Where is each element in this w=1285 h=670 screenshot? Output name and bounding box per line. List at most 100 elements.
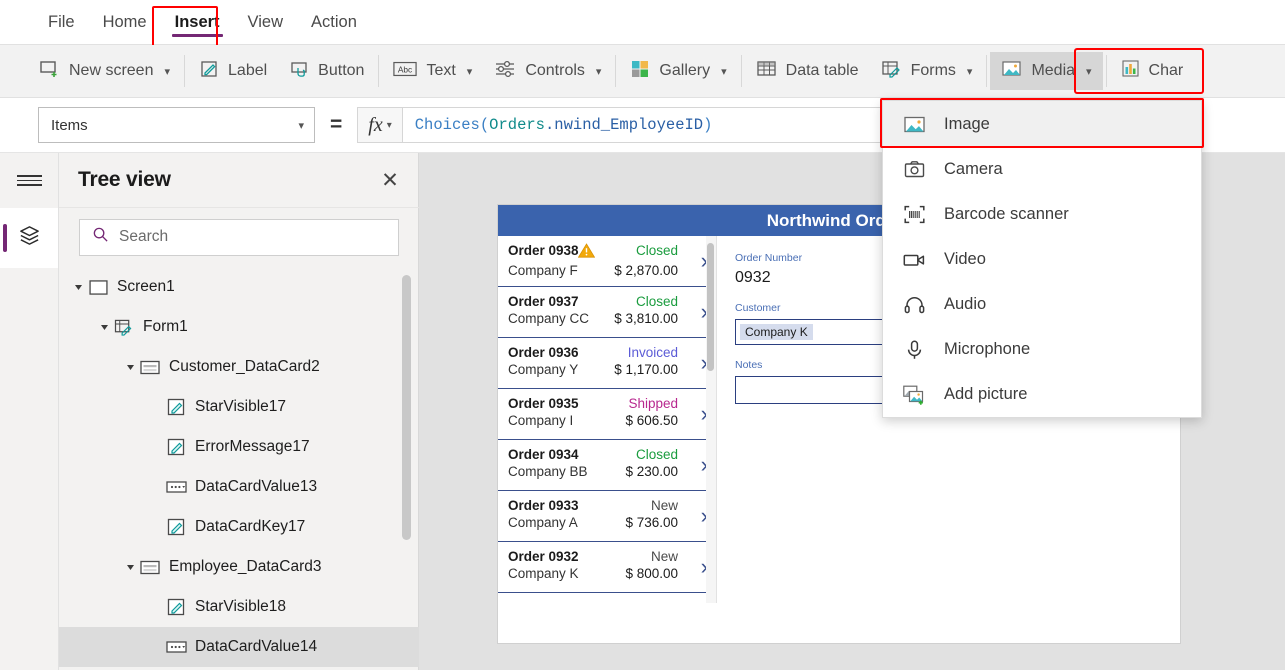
gallery-scrollbar-thumb[interactable] [707,243,714,371]
ribbon-button-button[interactable]: Button [278,52,375,90]
ribbon-forms-button[interactable]: Forms ▾ [870,52,984,90]
tab-home[interactable]: Home [89,0,161,44]
insert-ribbon: New screen ▾ Label Button Abc Text ▾ Con… [0,45,1285,98]
microphone-icon [903,339,925,361]
gallery-status: Invoiced [627,345,678,360]
gallery-company: Company K [508,566,579,581]
svg-text:Abc: Abc [398,64,412,74]
gallery-icon [630,59,650,84]
ribbon-gallery-label: Gallery [659,62,711,79]
ribbon-divider [378,55,380,87]
data-table-icon [756,59,777,83]
media-menu-item-camera[interactable]: Camera [883,147,1201,192]
media-menu-item-label: Image [944,114,990,133]
tree-node-errormessage17[interactable]: ErrorMessage17 [59,427,419,467]
tree-node-customer_datacard2[interactable]: Customer_DataCard2 [59,347,419,387]
gallery-row[interactable]: Order 0932 New Company K $ 800.00 › [498,542,716,593]
tab-insert-label: Insert [174,12,220,31]
ribbon-controls-button[interactable]: Controls ▾ [483,52,612,90]
image-icon [903,113,925,135]
tree-node-label: DataCardValue13 [195,478,318,495]
caret-expanded-icon[interactable] [123,563,137,572]
formula-token-function: Choices [414,116,480,134]
orders-gallery[interactable]: Order 0938 Closed Company F $ 2,870.00 › Orde… [498,236,716,603]
chevron-down-icon: ▾ [595,65,602,78]
gallery-row[interactable]: Order 0935 Shipped Company I $ 606.50 › [498,389,716,440]
gallery-amount: $ 2,870.00 [614,263,678,278]
media-menu-item-microphone[interactable]: Microphone [883,327,1201,372]
formula-token-field: .nwind_EmployeeID [544,116,704,134]
tree-node-screen1[interactable]: Screen1 [59,267,419,307]
caret-expanded-icon[interactable] [123,363,137,372]
tree-node-starvisible17[interactable]: StarVisible17 [59,387,419,427]
ribbon-divider [615,55,617,87]
tab-file[interactable]: File [34,0,89,44]
property-select[interactable]: Items ▾ [38,107,315,143]
gallery-order-text: Order 0936 [508,345,579,360]
ribbon-new-screen-button[interactable]: New screen ▾ [28,52,181,90]
fx-toggle-button[interactable]: fx ▾ [357,107,402,143]
tree-node-label: ErrorMessage17 [195,438,310,455]
tree-view-panel: Tree view ✕ Search Screen1 Form1 Customer_… [59,153,419,670]
ribbon-media-button[interactable]: Media ▾ [990,52,1103,90]
search-input[interactable]: Search [79,218,399,256]
gallery-amount: $ 606.50 [625,413,678,428]
text-abc-icon: Abc [393,60,418,83]
ribbon-data-table-button[interactable]: Data table [745,52,870,90]
ribbon-label-button[interactable]: Label [188,52,278,90]
rail-active-indicator [3,224,7,252]
tree-scrollbar-thumb[interactable] [402,275,411,540]
rail-tree-view-button[interactable] [0,208,58,268]
gallery-row[interactable]: Order 0934 Closed Company BB $ 230.00 › [498,440,716,491]
media-icon [1001,59,1022,83]
menu-tab-bar: File Home Insert View Action [0,0,1285,45]
gallery-row[interactable]: Order 0937 Closed Company CC $ 3,810.00 › [498,287,716,338]
tree-node-list[interactable]: Screen1 Form1 Customer_DataCard2 StarVisibl… [59,267,419,670]
ribbon-divider [184,55,186,87]
gallery-row[interactable]: Order 0936 Invoiced Company Y $ 1,170.00 › [498,338,716,389]
order-number-value: 0932 [735,269,771,286]
hamburger-menu-button[interactable] [0,153,58,208]
caret-expanded-icon[interactable] [71,283,85,292]
tree-node-starvisible18[interactable]: StarVisible18 [59,587,419,627]
camera-icon [903,159,925,181]
media-menu-item-image[interactable]: Image [883,101,1201,147]
media-menu-item-barcode-scanner[interactable]: Barcode scanner [883,192,1201,237]
media-menu-item-audio[interactable]: Audio [883,282,1201,327]
chevron-down-icon: ▾ [386,119,392,131]
gallery-order-text: Order 0937 [508,294,579,309]
ribbon-chart-button[interactable]: Char [1110,52,1195,90]
tree-node-label: DataCardKey17 [195,518,306,535]
gallery-row[interactable]: Order 0933 New Company A $ 736.00 › [498,491,716,542]
formula-token-table: Orders [489,116,545,134]
media-menu-item-video[interactable]: Video [883,237,1201,282]
gallery-company: Company A [508,515,578,530]
gallery-order-text: Order 0938 [508,243,579,258]
formula-token-open-paren: ( [479,116,490,134]
tree-node-datacardkey17[interactable]: DataCardKey17 [59,507,419,547]
media-menu-item-add-picture[interactable]: Add picture [883,372,1201,417]
tab-insert[interactable]: Insert [161,0,234,44]
tree-node-datacardvalue13[interactable]: DataCardValue13 [59,467,419,507]
chevron-down-icon: ▾ [298,119,304,132]
media-menu-item-label: Microphone [944,340,1031,358]
tab-view[interactable]: View [234,0,297,44]
ribbon-media-label: Media [1031,62,1076,79]
label-pencil-icon [163,438,189,457]
tree-node-form1[interactable]: Form1 [59,307,419,347]
equals-sign: = [330,113,343,136]
ribbon-text-button[interactable]: Abc Text ▾ [382,52,483,90]
tree-view-title: Tree view [78,168,171,191]
tab-action-label: Action [311,12,357,31]
media-menu-item-label: Camera [944,160,1003,178]
tree-node-employee_datacard3[interactable]: Employee_DataCard3 [59,547,419,587]
tab-action[interactable]: Action [297,0,371,44]
gallery-row[interactable]: Order 0938 Closed Company F $ 2,870.00 › [498,236,716,287]
caret-expanded-icon[interactable] [97,323,111,332]
tree-node-datacardvalue14[interactable]: DataCardValue14 [59,627,419,667]
close-icon[interactable]: ✕ [377,167,403,193]
gallery-company: Company CC [508,311,590,326]
media-dropdown-menu[interactable]: Image Camera Barcode scanner Video Audio Micr… [882,100,1202,418]
chevron-down-icon: ▾ [164,65,171,78]
ribbon-gallery-button[interactable]: Gallery ▾ [619,52,737,90]
